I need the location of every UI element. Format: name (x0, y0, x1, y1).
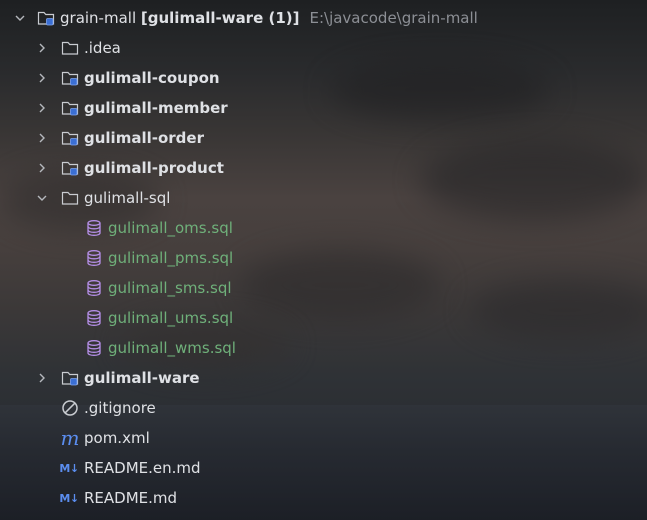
tree-item-sql-file[interactable]: gulimall_wms.sql (0, 333, 647, 363)
module-folder-icon (60, 368, 80, 388)
markdown-glyph: M↓ (59, 461, 79, 475)
tree-item-readme[interactable]: M↓ README.md (0, 483, 647, 513)
module-folder-icon (60, 98, 80, 118)
tree-item-gulimall-sql[interactable]: gulimall-sql (0, 183, 647, 213)
tree-item-gulimall-member[interactable]: gulimall-member (0, 93, 647, 123)
module-folder-icon (60, 158, 80, 178)
project-tree: grain-mall [gulimall-ware (1)] E:\javacod… (0, 3, 647, 513)
maven-icon: m (60, 428, 80, 448)
folder-icon (60, 188, 80, 208)
database-icon (84, 278, 104, 298)
module-name: [gulimall-ware (1)] (140, 9, 300, 27)
module-folder-icon (60, 128, 80, 148)
tree-item-idea[interactable]: .idea (0, 33, 647, 63)
tree-item-label: gulimall-ware (84, 369, 200, 387)
chevron-right-icon[interactable] (34, 70, 50, 86)
chevron-right-icon[interactable] (34, 370, 50, 386)
database-icon (84, 308, 104, 328)
database-icon (84, 248, 104, 268)
project-name: grain-mall (60, 9, 137, 27)
chevron-right-icon[interactable] (34, 100, 50, 116)
project-path: E:\javacode\grain-mall (309, 9, 478, 27)
maven-glyph: m (60, 426, 80, 450)
tree-item-gulimall-product[interactable]: gulimall-product (0, 153, 647, 183)
ignore-icon (60, 398, 80, 418)
chevron-right-icon[interactable] (34, 130, 50, 146)
chevron-down-icon[interactable] (34, 190, 50, 206)
tree-item-label: .gitignore (84, 399, 156, 417)
tree-item-label: README.md (84, 489, 178, 507)
tree-item-label: .idea (84, 39, 121, 57)
tree-item-gulimall-order[interactable]: gulimall-order (0, 123, 647, 153)
tree-item-gulimall-coupon[interactable]: gulimall-coupon (0, 63, 647, 93)
tree-item-label: gulimall-coupon (84, 69, 220, 87)
tree-item-label: gulimall_pms.sql (108, 249, 234, 267)
tree-item-label: gulimall_oms.sql (108, 219, 233, 237)
markdown-glyph: M↓ (59, 491, 79, 505)
tree-root-row[interactable]: grain-mall [gulimall-ware (1)] E:\javacod… (0, 3, 647, 33)
folder-icon (60, 38, 80, 58)
tree-item-label: gulimall_wms.sql (108, 339, 236, 357)
tree-item-label: gulimall_sms.sql (108, 279, 232, 297)
markdown-icon: M↓ (59, 488, 79, 508)
tree-item-readme-en[interactable]: M↓ README.en.md (0, 453, 647, 483)
markdown-icon: M↓ (59, 458, 79, 478)
tree-item-sql-file[interactable]: gulimall_oms.sql (0, 213, 647, 243)
tree-item-gitignore[interactable]: .gitignore (0, 393, 647, 423)
tree-item-label: gulimall-sql (84, 189, 171, 207)
tree-item-gulimall-ware[interactable]: gulimall-ware (0, 363, 647, 393)
chevron-right-icon[interactable] (34, 40, 50, 56)
tree-item-label: pom.xml (84, 429, 150, 447)
tree-item-sql-file[interactable]: gulimall_sms.sql (0, 273, 647, 303)
tree-item-label: gulimall-order (84, 129, 204, 147)
tree-item-label: gulimall-product (84, 159, 224, 177)
database-icon (84, 338, 104, 358)
module-folder-icon (60, 68, 80, 88)
chevron-down-icon[interactable] (12, 10, 28, 26)
tree-item-sql-file[interactable]: gulimall_ums.sql (0, 303, 647, 333)
tree-item-label: gulimall-member (84, 99, 228, 117)
chevron-right-icon[interactable] (34, 160, 50, 176)
database-icon (84, 218, 104, 238)
module-folder-icon (36, 8, 56, 28)
tree-item-sql-file[interactable]: gulimall_pms.sql (0, 243, 647, 273)
tree-item-label: gulimall_ums.sql (108, 309, 234, 327)
tree-item-pom-xml[interactable]: m pom.xml (0, 423, 647, 453)
tree-item-label: README.en.md (84, 459, 201, 477)
